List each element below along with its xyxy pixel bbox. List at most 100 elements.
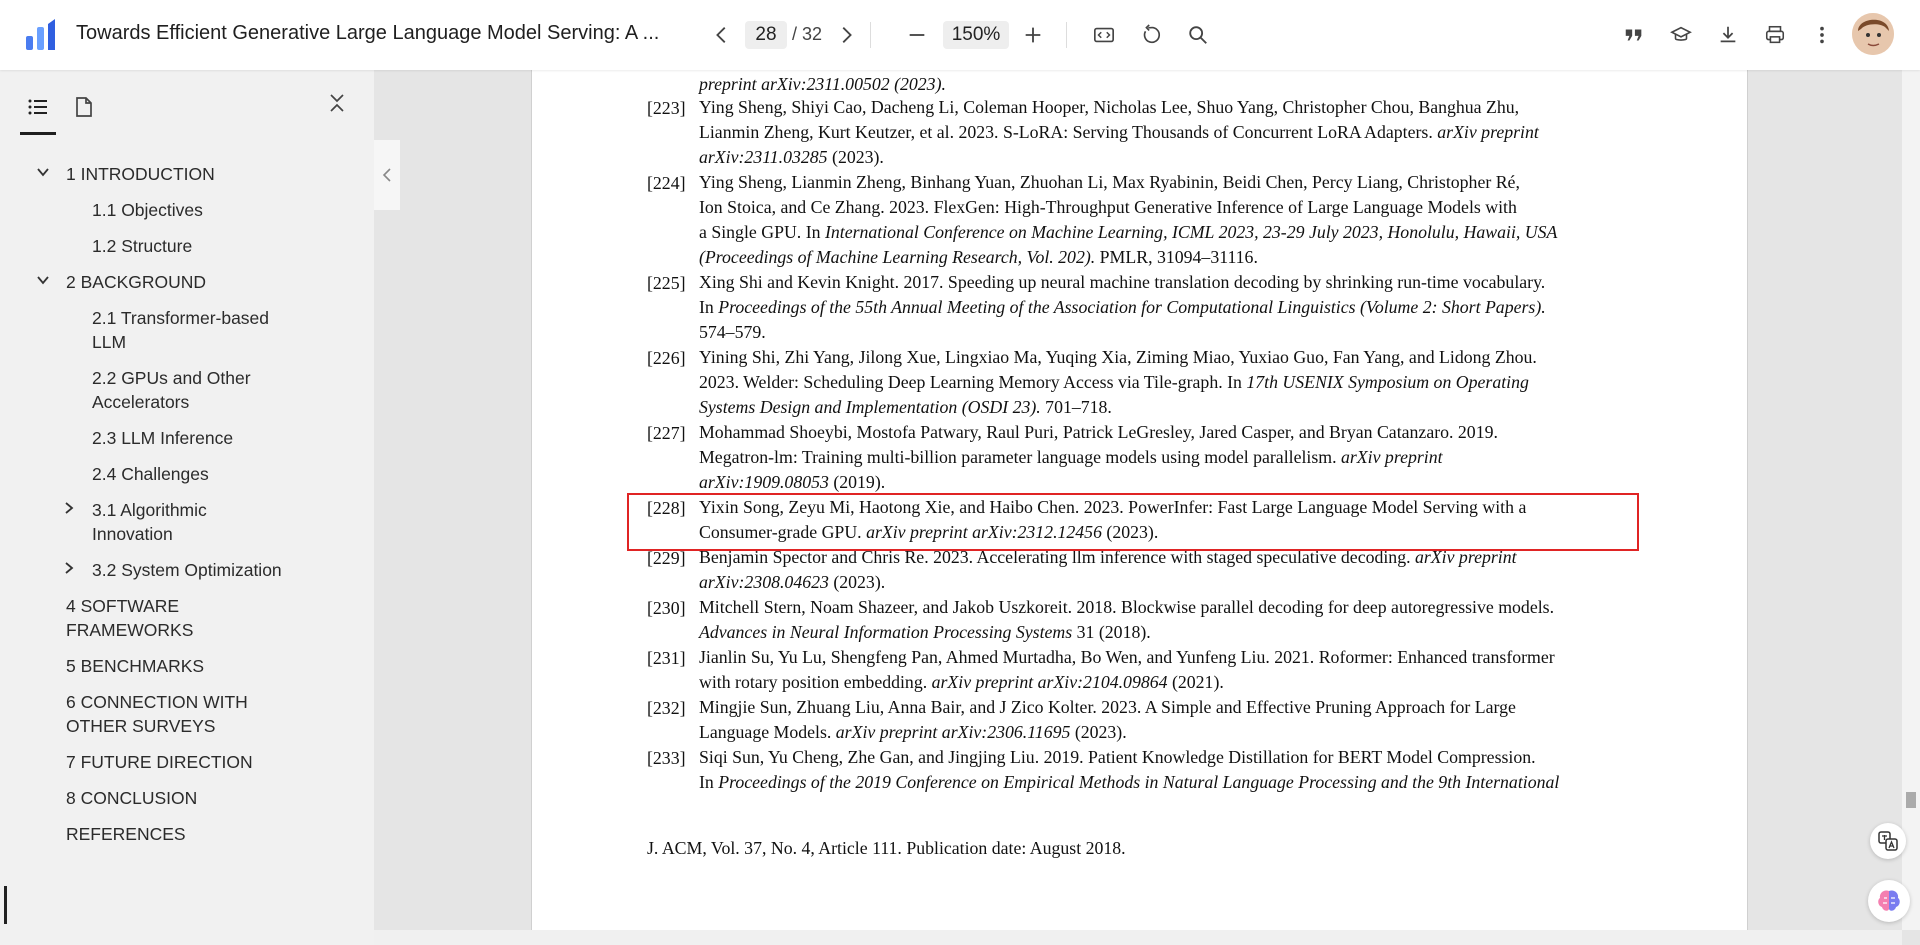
- ref-italic: arXiv preprint arXiv:2104.09864: [931, 672, 1168, 692]
- zoom-in-button[interactable]: [1016, 18, 1050, 52]
- toc-item-algorithmic-innovation[interactable]: 3.1 Algorithmic Innovation: [92, 498, 207, 546]
- previous-page-button[interactable]: [705, 18, 739, 52]
- chevron-down-icon[interactable]: [33, 162, 53, 182]
- ref-text: a Single GPU. In International Conferenc…: [699, 220, 1557, 245]
- toc-label: FRAMEWORKS: [66, 620, 194, 640]
- ref-number: [233]: [647, 748, 686, 768]
- ref-number: [232]: [647, 698, 686, 718]
- ref-number: [225]: [647, 273, 686, 293]
- ref-italic: arXiv preprint: [1340, 447, 1443, 467]
- brain-icon: [1878, 890, 1900, 911]
- next-page-button[interactable]: [829, 18, 863, 52]
- learn-button[interactable]: [1664, 18, 1698, 52]
- ref-plain: In: [699, 297, 719, 317]
- toc-item-system-optimization[interactable]: 3.2 System Optimization: [92, 558, 282, 582]
- fit-to-page-icon: [1094, 27, 1114, 43]
- toc-label: 2.2 GPUs and Other: [92, 368, 251, 388]
- toc-item-objectives[interactable]: 1.1 Objectives: [92, 198, 203, 222]
- horizontal-scrollbar[interactable]: [374, 930, 1902, 945]
- ref-text: Ying Sheng, Lianmin Zheng, Binhang Yuan,…: [699, 172, 1520, 192]
- ref-text: Ying Sheng, Shiyi Cao, Dacheng Li, Colem…: [699, 97, 1520, 117]
- ref-plain: 31 (2018).: [1072, 622, 1151, 642]
- ref-text: Systems Design and Implementation (OSDI …: [699, 395, 1112, 420]
- rotate-button[interactable]: [1134, 18, 1168, 52]
- ref-text: with rotary position embedding. arXiv pr…: [699, 670, 1224, 695]
- page-footer: J. ACM, Vol. 37, No. 4, Article 111. Pub…: [647, 838, 1126, 858]
- tab-pages[interactable]: [65, 88, 103, 126]
- ref-text: arXiv:2308.04623 (2023).: [699, 570, 885, 595]
- toc-label: 3.1 Algorithmic: [92, 500, 207, 520]
- toc-item-introduction[interactable]: 1 INTRODUCTION: [66, 162, 215, 186]
- ref-text: Siqi Sun, Yu Cheng, Zhe Gan, and Jingjin…: [699, 747, 1536, 767]
- more-options-button[interactable]: [1805, 18, 1839, 52]
- toc-item-structure[interactable]: 1.2 Structure: [92, 234, 192, 258]
- ref-italic: 17th USENIX Symposium on Operating: [1246, 372, 1529, 392]
- scrollbar-thumb[interactable]: [1906, 792, 1916, 808]
- ref-italic: Advances in Neural Information Processin…: [699, 622, 1073, 642]
- ref-plain: with rotary position embedding.: [699, 672, 932, 692]
- page-number-input[interactable]: 28: [745, 21, 787, 49]
- ref-plain: In: [699, 772, 719, 792]
- tab-outline[interactable]: [19, 88, 57, 126]
- ref-italic: Proceedings of the 55th Annual Meeting o…: [718, 297, 1546, 317]
- toc-label: 4 SOFTWARE: [66, 596, 180, 616]
- minus-icon: [909, 34, 925, 36]
- ref-italic: arXiv:1909.08053: [699, 472, 829, 492]
- comment-button[interactable]: [1617, 18, 1651, 52]
- ref-text: arXiv:2311.03285 (2023).: [699, 145, 884, 170]
- ref-plain: (2023).: [1070, 722, 1127, 742]
- ref-plain: Language Models.: [699, 722, 836, 742]
- chevron-right-icon[interactable]: [59, 498, 79, 518]
- download-button[interactable]: [1711, 18, 1745, 52]
- toc-item-gpus-accelerators[interactable]: 2.2 GPUs and Other Accelerators: [92, 366, 251, 414]
- toc-item-transformer-llm[interactable]: 2.1 Transformer-based LLM: [92, 306, 269, 354]
- toc-item-benchmarks[interactable]: 5 BENCHMARKS: [66, 654, 204, 678]
- toc-item-llm-inference[interactable]: 2.3 LLM Inference: [92, 426, 233, 450]
- ref-number: [229]: [647, 548, 686, 568]
- toc-item-challenges[interactable]: 2.4 Challenges: [92, 462, 209, 486]
- ref-plain: PMLR, 31094–31116.: [1095, 247, 1258, 267]
- chevron-left-icon: [382, 168, 391, 182]
- ref-text: Megatron-lm: Training multi-billion para…: [699, 445, 1443, 470]
- toc-item-references[interactable]: REFERENCES: [66, 822, 186, 846]
- chevron-left-icon: [716, 27, 726, 43]
- active-tab-indicator: [20, 132, 56, 135]
- print-button[interactable]: [1758, 18, 1792, 52]
- search-icon: [1189, 26, 1207, 44]
- toc-item-software-frameworks[interactable]: 4 SOFTWARE FRAMEWORKS: [66, 594, 193, 642]
- collapse-all-button[interactable]: [322, 88, 352, 118]
- ref-italic: International Conference on Machine Lear…: [824, 222, 1558, 242]
- chevron-right-icon[interactable]: [59, 558, 79, 578]
- search-button[interactable]: [1181, 18, 1215, 52]
- ref-text: Language Models. arXiv preprint arXiv:23…: [699, 720, 1127, 745]
- toc-item-future-direction[interactable]: 7 FUTURE DIRECTION: [66, 750, 253, 774]
- fit-page-button[interactable]: [1087, 18, 1121, 52]
- more-vertical-icon: [1820, 26, 1824, 44]
- hide-sidebar-button[interactable]: [374, 140, 400, 210]
- ref-plain: a Single GPU. In: [699, 222, 825, 242]
- ref-text: Mohammad Shoeybi, Mostofa Patwary, Raul …: [699, 422, 1498, 442]
- ref-text: 2023. Welder: Scheduling Deep Learning M…: [699, 370, 1529, 395]
- ref-plain: 2023. Welder: Scheduling Deep Learning M…: [699, 372, 1247, 392]
- zoom-out-button[interactable]: [900, 18, 934, 52]
- page-icon: [76, 97, 92, 117]
- toc-item-background[interactable]: 2 BACKGROUND: [66, 270, 206, 294]
- ref-text: Advances in Neural Information Processin…: [699, 620, 1151, 645]
- ref-number: [224]: [647, 173, 686, 193]
- toc-item-conclusion[interactable]: 8 CONCLUSION: [66, 786, 197, 810]
- highlight-box: [627, 493, 1639, 551]
- ref-text: (Proceedings of Machine Learning Researc…: [699, 245, 1258, 270]
- graduation-cap-icon: [1670, 26, 1692, 41]
- translate-button[interactable]: [1870, 823, 1906, 859]
- ref-text: In Proceedings of the 55th Annual Meetin…: [699, 295, 1546, 320]
- toc-item-connection-surveys[interactable]: 6 CONNECTION WITH OTHER SURVEYS: [66, 690, 248, 738]
- ref-text: Ion Stoica, and Ce Zhang. 2023. FlexGen:…: [699, 197, 1517, 217]
- ai-assistant-button[interactable]: [1868, 880, 1910, 922]
- quote-icon: [1625, 29, 1642, 41]
- user-avatar[interactable]: [1852, 13, 1894, 55]
- chevron-down-icon[interactable]: [33, 270, 53, 290]
- zoom-level[interactable]: 150%: [943, 21, 1009, 49]
- toc-label: OTHER SURVEYS: [66, 716, 216, 736]
- ref-text: Mingjie Sun, Zhuang Liu, Anna Bair, and …: [699, 697, 1516, 717]
- ref-text: Mitchell Stern, Noam Shazeer, and Jakob …: [699, 597, 1555, 617]
